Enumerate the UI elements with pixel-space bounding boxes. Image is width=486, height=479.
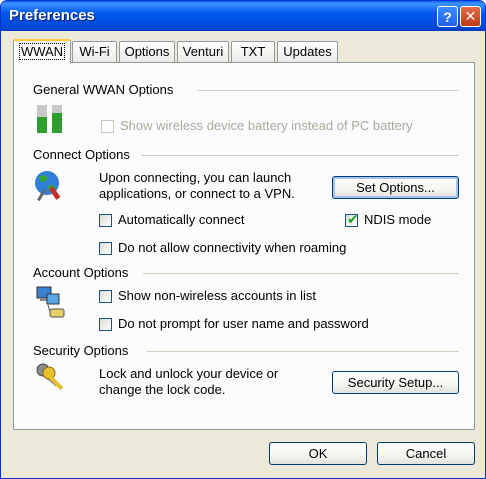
preferences-dialog: Preferences ? ✕ WWAN Wi-Fi Options Ventu… (0, 0, 486, 479)
set-options-button-label: Set Options... (356, 180, 435, 195)
title-bar[interactable]: Preferences ? ✕ (1, 1, 485, 31)
ndis-mode-checkbox[interactable]: ✔ (345, 211, 359, 227)
tab-wwan-label: WWAN (18, 43, 66, 60)
security-options-divider (147, 351, 459, 352)
tab-wifi[interactable]: Wi-Fi (72, 41, 117, 62)
connect-options-divider (141, 155, 459, 156)
tab-wwan[interactable]: WWAN (13, 39, 71, 64)
set-options-button[interactable]: Set Options... (332, 176, 459, 199)
keys-icon (36, 363, 64, 391)
ndis-mode-label: NDIS mode (364, 212, 432, 227)
globe-tools-icon (35, 171, 61, 201)
no-prompt-checkbox[interactable] (99, 318, 112, 331)
general-options-divider (197, 90, 459, 91)
ok-button-label: OK (308, 446, 328, 461)
show-non-wireless-label: Show non-wireless accounts in list (118, 288, 316, 303)
tab-venturi[interactable]: Venturi (177, 41, 229, 62)
auto-connect-checkbox[interactable] (99, 214, 112, 227)
connect-description-line2: applications, or connect to a VPN. (99, 186, 295, 201)
auto-connect-label: Automatically connect (118, 212, 245, 227)
checkmark-icon: ✔ (347, 211, 359, 227)
cancel-button[interactable]: Cancel (377, 442, 475, 465)
connect-description-line1: Upon connecting, you can launch (99, 170, 292, 185)
ok-button[interactable]: OK (269, 442, 367, 465)
tab-options[interactable]: Options (119, 41, 175, 62)
help-button[interactable]: ? (437, 6, 458, 27)
security-setup-button[interactable]: Security Setup... (332, 371, 459, 394)
cancel-button-label: Cancel (405, 446, 447, 461)
window-title: Preferences (9, 7, 95, 24)
tab-updates[interactable]: Updates (277, 41, 338, 62)
security-setup-button-label: Security Setup... (347, 375, 444, 390)
no-roaming-label: Do not allow connectivity when roaming (118, 240, 347, 255)
tab-txt[interactable]: TXT (231, 41, 275, 62)
security-description-line2: change the lock code. (99, 382, 226, 397)
wwan-tab-panel: General WWAN Options Show wireless devic… (13, 62, 475, 430)
security-description-line1: Lock and unlock your device or (99, 366, 279, 381)
battery-icon (37, 105, 62, 133)
show-non-wireless-checkbox[interactable] (99, 290, 112, 303)
account-options-title: Account Options (33, 265, 129, 280)
no-roaming-checkbox[interactable] (99, 242, 112, 255)
security-options-title: Security Options (33, 343, 129, 358)
network-accounts-icon (36, 286, 65, 318)
battery-checkbox-label: Show wireless device battery instead of … (120, 118, 413, 133)
connect-options-title: Connect Options (33, 147, 130, 162)
battery-checkbox[interactable] (101, 120, 114, 133)
account-options-divider (143, 273, 459, 274)
no-prompt-label: Do not prompt for user name and password (118, 316, 369, 331)
close-button[interactable]: ✕ (460, 6, 481, 27)
general-options-title: General WWAN Options (33, 82, 174, 97)
